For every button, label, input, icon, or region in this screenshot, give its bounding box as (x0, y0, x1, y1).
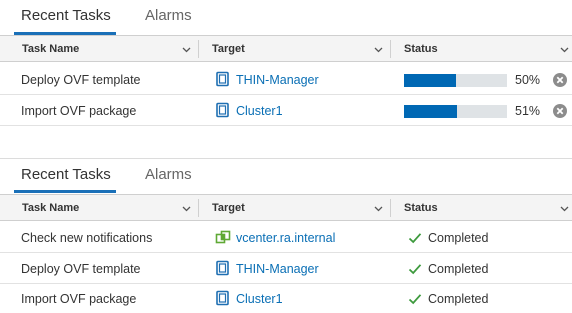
task-name: Deploy OVF template (21, 73, 141, 87)
checkmark-icon (408, 231, 422, 245)
vm-icon (215, 71, 231, 87)
column-divider[interactable] (390, 40, 391, 58)
column-header-target[interactable]: Target (212, 195, 245, 222)
tab-alarms[interactable]: Alarms (145, 7, 192, 24)
table-row[interactable]: Import OVF package Cluster1 Completed (0, 284, 572, 313)
chevron-down-icon[interactable] (180, 195, 192, 222)
task-name: Import OVF package (21, 292, 137, 306)
vm-icon (215, 260, 231, 276)
column-header-status[interactable]: Status (404, 195, 438, 222)
vcenter-icon (215, 229, 231, 245)
target-link[interactable]: THIN-Manager (236, 65, 319, 95)
progress-bar (404, 74, 507, 87)
target-link[interactable]: THIN-Manager (236, 254, 319, 284)
column-header-task-name[interactable]: Task Name (22, 36, 79, 63)
cancel-task-icon[interactable] (553, 73, 567, 87)
column-divider[interactable] (198, 40, 199, 58)
tab-bar: Recent Tasks Alarms (0, 0, 572, 35)
progress-percent: 50% (515, 73, 541, 87)
vm-icon (215, 290, 231, 306)
chevron-down-icon[interactable] (180, 36, 192, 63)
active-tab-indicator (14, 190, 116, 193)
target-link[interactable]: Cluster1 (236, 96, 283, 126)
table-header: Task Name Target Status (0, 194, 572, 221)
vm-icon (215, 102, 231, 118)
column-header-status[interactable]: Status (404, 36, 438, 63)
table-row[interactable]: Import OVF package Cluster1 51% (0, 96, 572, 126)
table-row[interactable]: Deploy OVF template THIN-Manager Complet… (0, 254, 572, 284)
target-link[interactable]: vcenter.ra.internal (236, 223, 335, 253)
table-row[interactable]: Check new notifications vcenter.ra.inter… (0, 223, 572, 253)
recent-tasks-panel-in-progress: Recent Tasks Alarms Task Name Target Sta… (0, 0, 572, 138)
chevron-down-icon[interactable] (372, 36, 384, 63)
chevron-down-icon[interactable] (558, 195, 570, 222)
column-divider[interactable] (390, 199, 391, 217)
progress-bar (404, 105, 507, 118)
column-header-target[interactable]: Target (212, 36, 245, 63)
checkmark-icon (408, 262, 422, 276)
task-name: Check new notifications (21, 231, 153, 245)
checkmark-icon (408, 292, 422, 306)
progress-fill (404, 105, 457, 118)
chevron-down-icon[interactable] (558, 36, 570, 63)
column-header-task-name[interactable]: Task Name (22, 195, 79, 222)
table-row[interactable]: Deploy OVF template THIN-Manager 50% (0, 65, 572, 95)
recent-tasks-panel-completed: Recent Tasks Alarms Task Name Target Sta… (0, 158, 572, 313)
tab-bar: Recent Tasks Alarms (0, 159, 572, 194)
target-link[interactable]: Cluster1 (236, 284, 283, 313)
column-divider[interactable] (198, 199, 199, 217)
task-name: Import OVF package (21, 104, 137, 118)
tab-alarms[interactable]: Alarms (145, 166, 192, 183)
task-name: Deploy OVF template (21, 262, 141, 276)
progress-percent: 51% (515, 104, 541, 118)
status-text: Completed (428, 292, 489, 306)
status-text: Completed (428, 231, 489, 245)
table-header: Task Name Target Status (0, 35, 572, 62)
tab-recent-tasks[interactable]: Recent Tasks (21, 7, 111, 24)
tab-recent-tasks[interactable]: Recent Tasks (21, 166, 111, 183)
progress-fill (404, 74, 456, 87)
cancel-task-icon[interactable] (553, 104, 567, 118)
status-text: Completed (428, 262, 489, 276)
chevron-down-icon[interactable] (372, 195, 384, 222)
